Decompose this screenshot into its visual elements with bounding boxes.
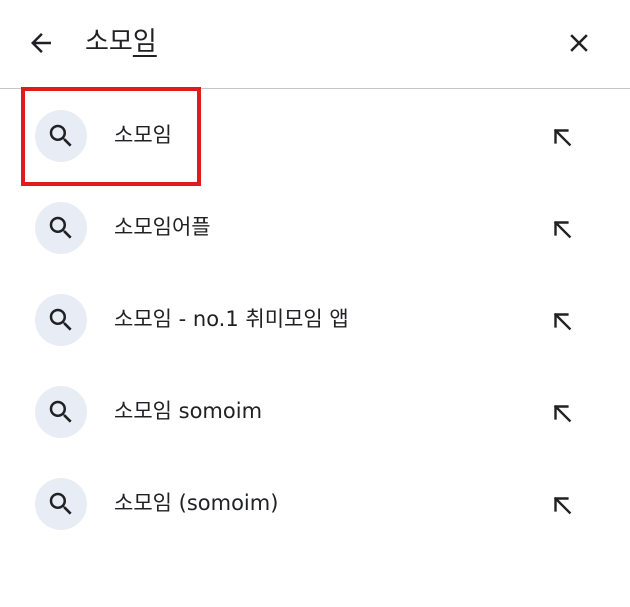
search-icon	[35, 294, 87, 346]
suggestion-item[interactable]: 소모임	[0, 89, 630, 181]
arrow-up-left-icon	[553, 404, 572, 423]
suggestion-label: 소모임	[114, 123, 172, 147]
suggestion-label: 소모임 - no.1 취미모임 앱	[114, 307, 349, 331]
arrow-up-left-icon	[553, 496, 572, 515]
search-bar: 소모임	[0, 0, 630, 88]
suggestion-item[interactable]: 소모임 - no.1 취미모임 앱	[0, 273, 630, 365]
search-input[interactable]: 소모임	[85, 26, 157, 58]
arrow-up-left-icon	[553, 220, 572, 239]
arrow-up-left-icon	[553, 128, 572, 147]
suggestion-label: 소모임 (somoim)	[114, 491, 279, 515]
suggestion-item[interactable]: 소모임 somoim	[0, 365, 630, 457]
search-icon	[35, 110, 87, 162]
fill-query-button[interactable]	[545, 120, 579, 154]
close-icon	[570, 34, 588, 52]
arrow-up-left-icon	[553, 312, 572, 331]
suggestion-item[interactable]: 소모임어플	[0, 181, 630, 273]
arrow-back-icon	[31, 33, 51, 53]
fill-query-button[interactable]	[545, 212, 579, 246]
search-icon	[35, 478, 87, 530]
suggestion-label: 소모임어플	[114, 215, 211, 239]
back-button[interactable]	[22, 24, 60, 62]
search-icon	[35, 386, 87, 438]
search-icon	[35, 202, 87, 254]
query-text: 소모	[85, 27, 133, 57]
query-composing-text: 임	[132, 27, 157, 57]
fill-query-button[interactable]	[545, 304, 579, 338]
clear-button[interactable]	[560, 24, 598, 62]
suggestion-label: 소모임 somoim	[114, 399, 263, 423]
suggestion-item[interactable]: 소모임 (somoim)	[0, 457, 630, 549]
fill-query-button[interactable]	[545, 488, 579, 522]
fill-query-button[interactable]	[545, 396, 579, 430]
